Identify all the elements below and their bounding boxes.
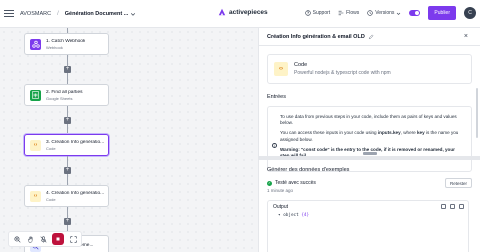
support-label: Support — [312, 10, 331, 16]
piece-description: Powerful nodejs & typescript code with n… — [294, 70, 391, 76]
chevron-down-icon — [397, 12, 401, 15]
close-icon[interactable]: × — [464, 33, 468, 40]
webhook-icon — [30, 38, 41, 50]
flows-icon — [338, 10, 344, 16]
inputs-info-box: i To use data from previous steps in you… — [267, 106, 472, 172]
step-text: 3. Création Info génératio... Code — [46, 140, 104, 151]
activepieces-logo-icon — [218, 8, 226, 16]
step-title: 2. Find all parties — [46, 89, 83, 95]
step-text: 4. Création Info génératio... Code — [46, 191, 104, 202]
record-button[interactable] — [52, 233, 64, 245]
history-icon — [367, 10, 373, 16]
code-icon: ‹› — [30, 139, 41, 151]
step-title: 1. Catch Webhook — [46, 38, 86, 44]
piece-name: Code — [294, 62, 308, 68]
test-status-label: Testé avec succès — [275, 180, 316, 186]
output-label: Output — [273, 204, 289, 210]
info-key-token: inputs.key — [377, 130, 401, 136]
top-bar: AVOSMARC / Génération Document ... activ… — [0, 0, 480, 28]
step-text: 1. Catch Webhook Webhook — [46, 39, 85, 50]
code-icon: ‹› — [274, 62, 288, 76]
info-text-1: To use data from previous steps in your … — [280, 114, 457, 126]
add-step-button[interactable]: + — [64, 66, 71, 73]
output-tools — [441, 204, 464, 209]
flows-label: Flows — [346, 10, 360, 16]
top-bar-right: Support Flows Versions Publier C — [304, 6, 476, 20]
step-subtitle: Webhook — [46, 44, 63, 50]
panel-resize-divider[interactable] — [259, 156, 480, 160]
flow-enabled-toggle[interactable] — [409, 10, 421, 16]
edit-pencil-icon[interactable] — [368, 34, 374, 40]
output-count: {4} — [301, 213, 310, 218]
step-settings-panel: Création Info génération & email OLD × ‹… — [258, 28, 480, 252]
brand-name: activepieces — [229, 8, 268, 16]
step-subtitle: Code — [46, 145, 56, 151]
panel-header: Création Info génération & email OLD — [259, 28, 480, 46]
breadcrumb-separator: / — [57, 10, 59, 17]
panel-scrollbar[interactable] — [476, 88, 478, 138]
step-title: 4. Création Info génératio... — [46, 190, 105, 196]
info-icon: i — [272, 143, 277, 148]
info-text-2-start: You can access these inputs in your code… — [280, 130, 378, 136]
fullscreen-icon[interactable] — [69, 235, 77, 243]
canvas-toolbar — [8, 231, 82, 247]
resize-handle[interactable] — [363, 152, 377, 155]
code-icon: ‹› — [30, 190, 41, 202]
google-sheets-icon — [30, 89, 41, 101]
hand-icon[interactable] — [26, 235, 34, 243]
output-box: Output ▾ object {4} — [267, 200, 469, 252]
avatar[interactable]: C — [464, 7, 476, 19]
info-text-2-mid: , where — [400, 130, 417, 136]
add-step-button[interactable]: + — [64, 117, 71, 124]
expand-icon[interactable] — [450, 204, 455, 209]
flow-name[interactable]: Génération Document ... — [65, 11, 129, 17]
chevron-down-icon[interactable] — [130, 11, 136, 17]
flow-step-2[interactable]: 2. Find all parties Google Sheets — [24, 84, 109, 106]
fullscreen-icon[interactable] — [459, 204, 464, 209]
step-subtitle: Code — [46, 196, 56, 202]
add-step-button[interactable]: + — [64, 167, 71, 174]
flows-link[interactable]: Flows — [338, 10, 359, 16]
help-circle-icon — [304, 10, 311, 16]
step-text: 2. Find all parties Google Sheets — [46, 90, 83, 101]
output-header: Output — [268, 201, 468, 213]
step-title: 3. Création Info génératio... — [46, 139, 105, 145]
zoom-in-icon[interactable] — [13, 235, 21, 243]
top-bar-left: AVOSMARC / Génération Document ... — [0, 0, 136, 27]
info-key-word: key — [416, 130, 425, 136]
brand-logo: activepieces — [218, 8, 268, 16]
info-text-2: You can access these inputs in your code… — [280, 130, 463, 142]
publish-button[interactable]: Publier — [428, 6, 456, 20]
flow-canvas[interactable]: 1. Catch Webhook Webhook + 2. Find all p… — [0, 28, 258, 252]
test-status: ✓ Testé avec succès — [267, 180, 316, 186]
flow-step-3[interactable]: ‹› 3. Création Info génératio... Code — [24, 134, 109, 156]
piece-card: ‹› Code Powerful nodejs & typescript cod… — [267, 54, 472, 84]
versions-label: Versions — [375, 10, 395, 16]
retest-button[interactable]: Retester — [445, 178, 473, 188]
copy-icon[interactable] — [441, 204, 446, 209]
output-type: object — [283, 213, 299, 218]
project-name[interactable]: AVOSMARC — [20, 11, 51, 17]
menu-icon[interactable] — [4, 9, 14, 19]
flow-step-4[interactable]: ‹› 4. Création Info génératio... Code — [24, 185, 109, 207]
support-link[interactable]: Support — [304, 10, 331, 16]
add-step-button[interactable]: + — [64, 218, 71, 225]
piece-text: Code Powerful nodejs & typescript code w… — [294, 62, 391, 76]
mic-off-icon[interactable] — [39, 235, 47, 243]
sample-data-title: Générer des données d'exemples — [267, 167, 350, 173]
test-timestamp: 1 minute ago — [267, 188, 294, 193]
panel-title[interactable]: Création Info génération & email OLD — [267, 34, 365, 40]
versions-link[interactable]: Versions — [367, 10, 401, 16]
output-tree-row[interactable]: ▾ object {4} — [268, 213, 468, 218]
inputs-section-label: Entrées — [267, 94, 286, 100]
step-subtitle: Google Sheets — [46, 95, 73, 101]
flow-step-1[interactable]: 1. Catch Webhook Webhook — [24, 33, 109, 55]
check-circle-icon: ✓ — [267, 180, 272, 186]
